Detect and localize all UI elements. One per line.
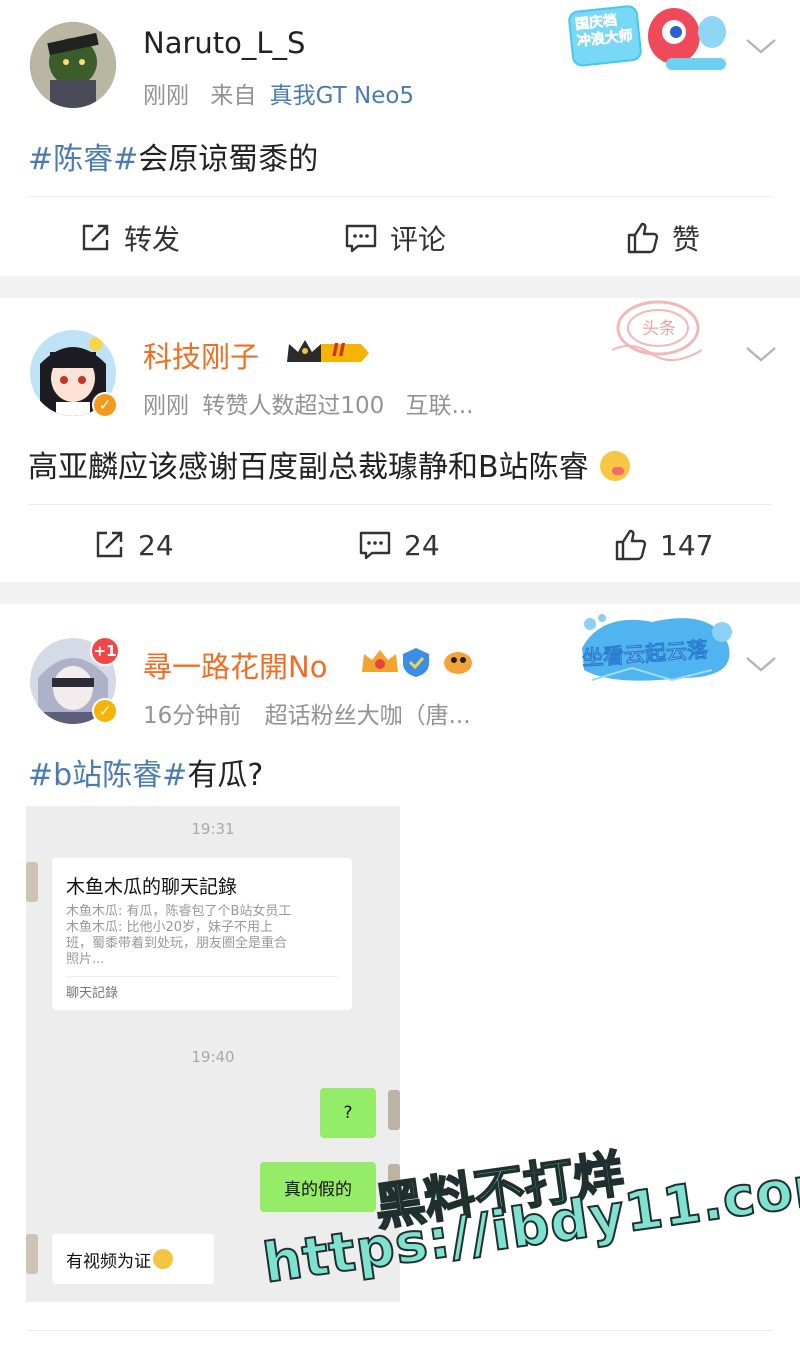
user-badges [360, 646, 476, 678]
chat-bubble-received: 有视频为证 [52, 1234, 214, 1284]
post-text: 会原谅蜀黍的 [138, 142, 319, 177]
divider [28, 196, 772, 197]
action-bar: 转发 评论 赞 [0, 203, 800, 273]
preview-line: 班，蜀黍带着到处玩，朋友圈全是重合 [66, 936, 288, 951]
post-meta: 刚刚 转赞人数超过100 互联... [143, 386, 473, 420]
crown-icon: II [285, 338, 371, 366]
emoji-icon [153, 1249, 173, 1269]
notification-badge: +1 [90, 636, 120, 666]
comment-label: 评论 [390, 223, 447, 256]
preview-line: 木鱼木瓜: 有瓜，陈睿包了个B站女员工 [66, 904, 292, 919]
comment-icon [345, 224, 377, 253]
post-card-1[interactable]: Naruto_L_S 刚刚 来自 真我GT Neo5 国庆档 冲浪大师 #陈睿#… [0, 0, 800, 276]
like-label: 赞 [672, 223, 701, 256]
post-source-extra: 互联... [405, 393, 474, 419]
hashtag-link[interactable]: #b站陈睿# [28, 758, 187, 793]
chat-avatar [388, 1090, 400, 1130]
emoji-icon [600, 451, 631, 481]
avatar[interactable] [30, 22, 116, 108]
stamp-text: 头条 [642, 319, 676, 339]
comment-button[interactable]: 24 [358, 510, 440, 580]
repost-icon [82, 224, 109, 251]
repost-label: 转发 [124, 223, 181, 256]
decoration-stamp: 坐看云起云落 [572, 608, 738, 688]
device-link[interactable]: 真我GT Neo5 [270, 83, 414, 109]
action-bar: 24 24 147 [0, 510, 800, 580]
chat-message-text: 有视频为证 [66, 1251, 151, 1272]
hashtag-link[interactable]: #陈睿# [28, 142, 138, 177]
like-count: 147 [660, 528, 714, 562]
level-badge: II [332, 340, 346, 361]
chat-history-card[interactable]: 木鱼木瓜的聊天記錄 木鱼木瓜: 有瓜，陈睿包了个B站女员工 木鱼木瓜: 比他小2… [52, 858, 352, 1010]
preview-line: 木鱼木瓜: 比他小20岁，妹子不用上 [66, 920, 274, 935]
post-text: 有瓜? [187, 758, 264, 793]
chat-history-title: 木鱼木瓜的聊天記錄 [66, 876, 238, 898]
post-card-2[interactable]: ✓ 科技刚子 II 刚刚 转赞人数超过100 互联... 头条 高亚麟应该感谢百… [0, 298, 800, 582]
like-button[interactable]: 147 [614, 510, 713, 580]
verified-badge-icon: ✓ [92, 392, 118, 418]
from-label: 来自 [210, 83, 257, 109]
username[interactable]: Naruto_L_S [143, 26, 305, 60]
post-time: 刚刚 [143, 393, 189, 419]
post-content: #陈睿#会原谅蜀黍的 [28, 134, 318, 178]
comment-button[interactable]: 评论 [344, 203, 446, 273]
chevron-down-icon[interactable] [744, 654, 778, 674]
chat-bubble-sent: 真的假的 [260, 1162, 376, 1212]
decoration-stamp: 国庆档 冲浪大师 [566, 2, 738, 76]
chat-history-preview: 木鱼木瓜: 有瓜，陈睿包了个B站女员工 木鱼木瓜: 比他小20岁，妹子不用上 班… [66, 904, 346, 968]
repost-button[interactable]: 24 [92, 510, 174, 580]
post-text: 高亚麟应该感谢百度副总裁璩静和B站陈睿 [28, 450, 589, 485]
divider [28, 504, 772, 505]
chat-timestamp: 19:31 [191, 820, 235, 838]
repost-button[interactable]: 转发 [78, 203, 180, 273]
repost-icon [96, 531, 123, 558]
verified-badge-icon: ✓ [92, 698, 118, 724]
chevron-down-icon[interactable] [744, 36, 778, 56]
username[interactable]: 科技刚子 [143, 334, 259, 376]
divider [66, 976, 338, 977]
comment-icon [359, 531, 391, 560]
chat-timestamp: 19:40 [191, 1048, 235, 1066]
repost-count: 24 [138, 528, 174, 562]
post-source: 超话粉丝大咖（唐... [264, 703, 471, 729]
post-content: #b站陈睿#有瓜? [28, 750, 263, 794]
post-time: 刚刚 [143, 83, 189, 109]
post-source: 转赞人数超过100 [202, 393, 385, 419]
post-meta: 刚刚 来自 真我GT Neo5 [143, 76, 414, 110]
comment-count: 24 [404, 528, 440, 562]
chat-history-footer: 聊天記錄 [66, 986, 119, 1001]
divider [28, 1330, 772, 1331]
like-icon [627, 222, 659, 254]
like-icon [615, 529, 647, 561]
decoration-stamp: 头条 [611, 300, 704, 366]
username[interactable]: 尋一路花開No [143, 644, 327, 686]
chat-avatar [26, 1234, 38, 1274]
chat-bubble-sent: ? [320, 1088, 376, 1138]
chevron-down-icon[interactable] [744, 344, 778, 364]
preview-line: 照片... [66, 952, 105, 967]
chat-avatar [26, 862, 38, 902]
post-time: 16分钟前 [143, 703, 242, 729]
post-meta: 16分钟前 超话粉丝大咖（唐... [143, 696, 471, 730]
like-button[interactable]: 赞 [626, 203, 700, 273]
post-content: 高亚麟应该感谢百度副总裁璩静和B站陈睿 [28, 442, 631, 486]
